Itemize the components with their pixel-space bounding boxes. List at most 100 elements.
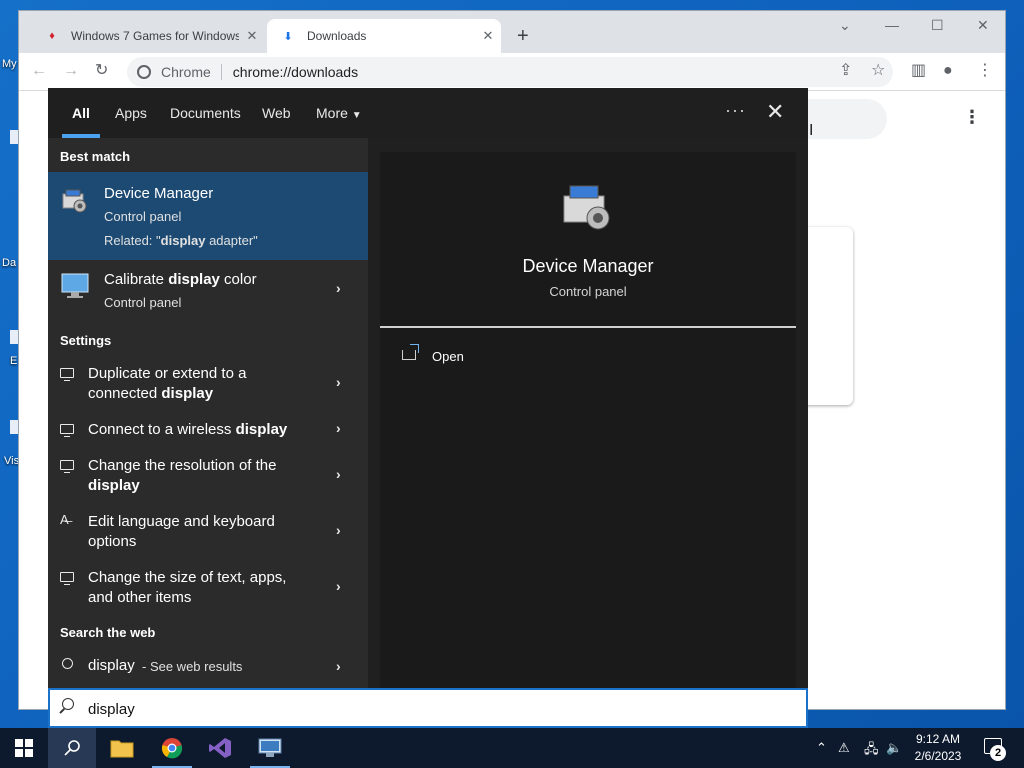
result-calibrate-display-color[interactable]: Calibrate display color Control panel › [48,260,368,312]
web-search-result[interactable]: display - See web results › [48,650,368,684]
best-match-device-manager[interactable]: Device Manager Control panel Related: "d… [48,172,368,260]
preview-subtitle: Control panel [549,284,627,299]
section-settings: Settings [60,333,112,348]
address-bar[interactable]: Chrome chrome://downloads [127,57,893,87]
monitor-calibrate-icon [61,273,89,298]
result-related: Related: "display adapter" [104,232,258,250]
profile-icon[interactable]: ● [943,62,953,80]
setting-change-resolution[interactable]: Change the resolution of the display › [48,450,368,502]
chevron-right-icon[interactable]: › [336,578,341,594]
open-icon [402,344,419,360]
minimize-icon[interactable]: — [885,17,899,33]
url-text[interactable]: chrome://downloads [233,64,358,80]
taskbar-chrome[interactable] [148,728,196,768]
result-subtitle: Control panel [104,209,182,224]
tab-search-chevron-icon[interactable]: ⌄ [839,17,851,34]
new-tab-icon[interactable]: + [517,25,529,47]
bookmark-star-icon[interactable]: ☆ [871,62,885,80]
display-icon [60,368,74,381]
reload-icon[interactable]: ↻ [95,62,108,80]
web-query: display [88,657,135,674]
close-tab-icon[interactable]: ✕ [475,28,501,44]
device-manager-icon [62,189,87,213]
setting-connect-wireless-display[interactable]: Connect to a wireless display › [48,414,368,446]
side-panel-icon[interactable]: ▥ [911,62,926,80]
taskbar-remote-desktop[interactable] [246,728,294,768]
show-hidden-icons-chevron-icon[interactable]: ⌃ [816,740,827,756]
tab-documents[interactable]: Documents [170,105,241,121]
tab-windows-7-games[interactable]: ♦ Windows 7 Games for Windows ✕ [35,19,265,53]
setting-change-text-size[interactable]: Change the size of text, apps, and other… [48,562,368,614]
network-icon[interactable]: 🖧 [864,740,879,762]
desktop-icon-label[interactable]: Da [2,257,16,269]
start-button[interactable] [0,728,48,768]
visual-studio-icon [209,738,231,758]
tab-apps[interactable]: Apps [115,105,147,121]
chevron-right-icon[interactable]: › [336,466,341,482]
desktop-icon-label[interactable]: My [2,58,17,70]
display-icon [60,424,74,437]
taskbar-file-explorer[interactable] [98,728,146,768]
chrome-menu-icon[interactable]: ⋮ [977,62,993,80]
taskbar-search-box[interactable] [48,688,808,728]
system-clock[interactable]: 9:12 AM 2/6/2023 [908,731,968,765]
open-action[interactable]: Open [402,344,562,370]
downloads-menu-icon[interactable]: ⋮ [963,107,981,128]
desktop-icon-label[interactable]: Vis [4,455,19,467]
line2-pre: connected [88,385,162,402]
security-alert-icon[interactable]: ⚠ [838,740,850,756]
toolbar: ← → ↻ Chrome chrome://downloads ⇪ ☆ ▥ ● … [19,53,1005,91]
windows-logo-icon [15,739,33,757]
volume-icon[interactable]: 🔈 [886,740,902,756]
close-window-icon[interactable]: ✕ [977,17,989,34]
desktop-icon[interactable] [10,420,18,434]
line1: Edit language and keyboard [88,513,275,530]
close-icon[interactable]: ✕ [766,100,784,124]
tab-downloads[interactable]: ⬇ Downloads ✕ [267,19,501,53]
chevron-right-icon[interactable]: › [336,280,341,296]
taskbar-search-button[interactable] [48,728,96,768]
title-post: color [219,271,257,288]
folder-icon [110,740,134,758]
tab-more[interactable]: More ▼ [316,105,362,121]
line2-bold: display [161,385,214,402]
desktop-icon[interactable] [10,330,18,344]
close-tab-icon[interactable]: ✕ [239,28,265,44]
line1: Change the resolution of the [88,457,277,474]
setting-duplicate-extend-display[interactable]: Duplicate or extend to a connected displ… [48,358,368,408]
caret-down-icon: ▼ [351,110,362,121]
text-cursor-icon: I [809,122,814,139]
desktop-icon[interactable] [10,130,18,144]
chevron-right-icon[interactable]: › [336,374,341,390]
tab-web[interactable]: Web [262,105,291,121]
site-chip: Chrome [161,64,211,80]
tab-all[interactable]: All [72,105,90,121]
omnibox-divider [220,64,222,80]
maximize-icon[interactable]: ☐ [931,17,944,34]
line1: Change the size of text, apps, [88,569,287,586]
chevron-right-icon[interactable]: › [336,420,341,436]
taskbar-visual-studio[interactable] [196,728,244,768]
chevron-right-icon[interactable]: › [336,522,341,538]
setting-edit-language-keyboard[interactable]: A̶ Edit language and keyboard options › [48,506,368,558]
desktop-icon-label[interactable]: E [10,355,17,367]
line2-bold: display [88,477,140,494]
chrome-site-icon [137,65,151,79]
title-pre: Calibrate [104,271,169,288]
display-icon [60,572,74,585]
forward-icon[interactable]: → [63,62,79,80]
notification-count-badge: 2 [990,745,1006,761]
setting-label: Connect to a wireless display [88,420,318,440]
search-input[interactable] [88,698,688,720]
chevron-right-icon[interactable]: › [336,658,341,674]
start-search-panel: All Apps Documents Web More ▼ ··· ✕ Best… [48,88,808,688]
setting-label: Change the resolution of the display [88,456,318,496]
more-options-icon[interactable]: ··· [725,100,746,121]
related-suffix: adapter" [205,233,258,248]
back-icon[interactable]: ← [31,62,47,80]
download-icon: ⬇ [283,30,293,43]
share-icon[interactable]: ⇪ [839,62,852,80]
section-search-web: Search the web [60,625,156,640]
web-suffix: - See web results [142,659,243,674]
language-icon: A̶ [60,512,69,527]
